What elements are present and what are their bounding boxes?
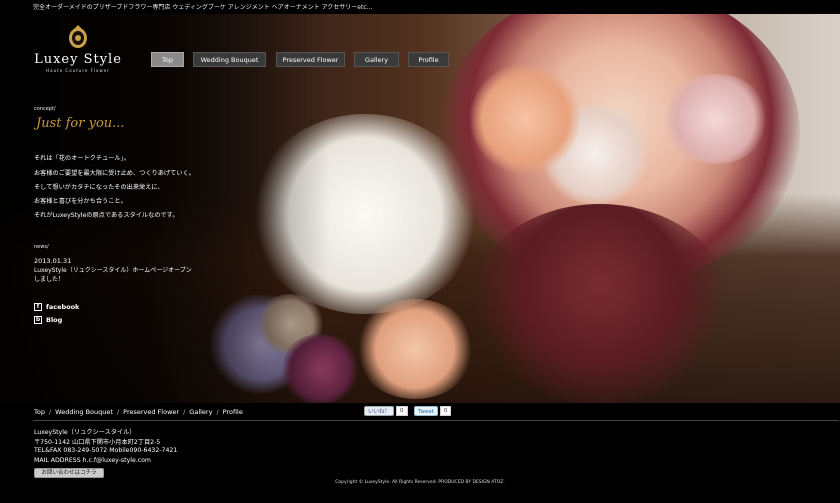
blog-icon: b bbox=[34, 316, 42, 324]
blog-link[interactable]: b Blog bbox=[34, 316, 62, 324]
tweet-share: Tweet 0 bbox=[414, 406, 452, 416]
footer-separator: / bbox=[116, 408, 120, 416]
logo-subtitle: Haute Couture Flower bbox=[46, 68, 110, 73]
footer-link-gallery[interactable]: Gallery bbox=[189, 408, 212, 416]
footer-divider bbox=[33, 420, 839, 421]
company-name: LuxeyStyle（リュクシースタイル） bbox=[34, 429, 136, 436]
crest-icon bbox=[69, 25, 87, 48]
footer-separator: / bbox=[216, 408, 219, 416]
news-item[interactable]: LuxeyStyle（リュクシースタイル）ホームページオープンしました！ bbox=[34, 266, 194, 284]
footer-nav: Top / Wedding Bouquet / Preserved Flower / Gal… bbox=[34, 408, 243, 416]
hero-image bbox=[0, 14, 840, 403]
nav-preserved-flower[interactable]: Preserved Flower bbox=[276, 52, 345, 67]
concept-line: お客様と喜びを分かち合うこと。 bbox=[34, 198, 127, 205]
nav-gallery[interactable]: Gallery bbox=[354, 52, 399, 67]
news-date: 2013.01.31 bbox=[34, 257, 72, 265]
logo[interactable]: Luxey Style Haute Couture Flower bbox=[32, 24, 124, 78]
footer-link-preserved-flower[interactable]: Preserved Flower bbox=[123, 408, 179, 416]
nav-wedding-bouquet[interactable]: Wedding Bouquet bbox=[193, 52, 266, 67]
like-count: 0 bbox=[396, 406, 408, 416]
facebook-label: facebook bbox=[46, 303, 80, 311]
company-address: 〒750-1142 山口県下関市小月本町2丁目2-5 bbox=[34, 439, 161, 446]
footer-separator: / bbox=[48, 408, 52, 416]
nav-top[interactable]: Top bbox=[151, 52, 184, 67]
footer-link-profile[interactable]: Profile bbox=[223, 408, 243, 416]
contact-button[interactable]: お問い合わせはコチラ bbox=[34, 468, 104, 478]
header-tagline: 完全オーダーメイドのプリザーブドフラワー専門店 ウェディングブーケ アレンジメン… bbox=[33, 4, 373, 11]
facebook-icon: f bbox=[34, 303, 42, 311]
footer-link-top[interactable]: Top bbox=[34, 408, 45, 416]
like-button[interactable]: いいね！ bbox=[364, 406, 395, 416]
concept-line: それがLuxeyStyleの原点であるスタイルなのです。 bbox=[34, 212, 179, 219]
concept-heading: Just for you... bbox=[36, 116, 125, 131]
concept-label: concept/ bbox=[34, 106, 56, 112]
main-nav: Top Wedding Bouquet Preserved Flower Gal… bbox=[0, 52, 840, 67]
concept-line: それは「花のオートクチュール」。 bbox=[34, 155, 130, 162]
company-mail[interactable]: MAIL ADDRESS h.c.f@luxey-style.com bbox=[34, 457, 151, 464]
tweet-button[interactable]: Tweet bbox=[414, 406, 438, 416]
concept-line: お客様のご要望を最大限に受け止め、つくりあげていく。 bbox=[34, 170, 195, 177]
footer-separator: / bbox=[183, 408, 186, 416]
news-label: news/ bbox=[34, 244, 49, 250]
facebook-like: いいね！ 0 bbox=[364, 406, 408, 416]
footer-link-wedding-bouquet[interactable]: Wedding Bouquet bbox=[55, 408, 113, 416]
copyright: Copyright © LuxeyStyle. All Rights Reser… bbox=[335, 480, 505, 485]
blog-label: Blog bbox=[46, 316, 63, 324]
facebook-link[interactable]: f facebook bbox=[34, 303, 79, 311]
company-tel: TEL&FAX 083-249-5072 Mobile090-6432-7421 bbox=[34, 447, 178, 454]
tweet-count: 0 bbox=[439, 406, 452, 416]
nav-profile[interactable]: Profile bbox=[408, 52, 449, 67]
concept-line: そして想いがカタチになったその出来栄えに、 bbox=[34, 184, 164, 191]
page: 完全オーダーメイドのプリザーブドフラワー専門店 ウェディングブーケ アレンジメン… bbox=[0, 0, 840, 503]
